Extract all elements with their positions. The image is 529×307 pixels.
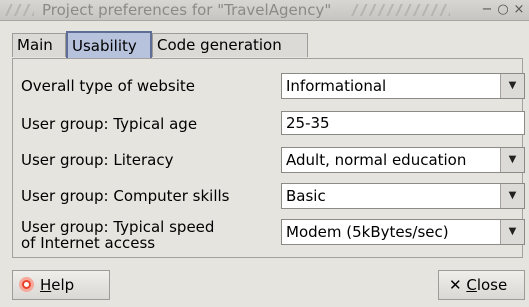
website-type-select[interactable]: Informational ▼: [281, 73, 525, 99]
age-field[interactable]: [281, 111, 525, 135]
chevron-down-icon[interactable]: ▼: [500, 220, 524, 244]
close-button[interactable]: ✕ Close: [438, 270, 525, 300]
chevron-down-icon[interactable]: ▼: [500, 74, 524, 98]
minimize-button[interactable]: −: [480, 3, 494, 17]
chevron-down-icon[interactable]: ▼: [500, 184, 524, 208]
literacy-label: User group: Literacy: [21, 151, 174, 169]
computer-skills-label: User group: Computer skills: [21, 187, 230, 205]
tab-code-generation[interactable]: Code generation: [152, 33, 308, 57]
window-title: Project preferences for "TravelAgency": [38, 1, 336, 20]
lifebuoy-icon: [19, 277, 34, 292]
literacy-select[interactable]: Adult, normal education ▼: [281, 147, 525, 173]
computer-skills-select[interactable]: Basic ▼: [281, 183, 525, 209]
computer-skills-value: Basic: [286, 187, 326, 205]
tab-usability[interactable]: Usability: [66, 31, 152, 58]
literacy-value: Adult, normal education: [286, 151, 467, 169]
chevron-down-icon[interactable]: ▼: [500, 148, 524, 172]
preferences-window: Project preferences for "TravelAgency" −…: [0, 0, 529, 307]
maximize-button[interactable]: ○: [496, 3, 510, 17]
website-type-label: Overall type of website: [21, 77, 195, 95]
age-input[interactable]: [282, 112, 520, 134]
title-bar[interactable]: Project preferences for "TravelAgency" −…: [0, 0, 529, 21]
age-label: User group: Typical age: [21, 115, 198, 133]
help-button-label: Help: [40, 276, 75, 294]
internet-speed-label-line2: of Internet access: [21, 234, 156, 252]
tab-main[interactable]: Main: [12, 33, 66, 57]
close-window-button[interactable]: ×: [512, 3, 526, 17]
title-bar-grip: [4, 4, 34, 16]
title-bar-grip-right: [350, 4, 450, 16]
help-button[interactable]: Help: [12, 270, 110, 300]
internet-speed-select[interactable]: Modem (5kBytes/sec) ▼: [281, 219, 525, 245]
website-type-value: Informational: [286, 77, 387, 95]
close-icon: ✕: [449, 276, 467, 294]
close-button-label: ✕ Close: [449, 276, 508, 294]
internet-speed-value: Modem (5kBytes/sec): [286, 223, 449, 241]
